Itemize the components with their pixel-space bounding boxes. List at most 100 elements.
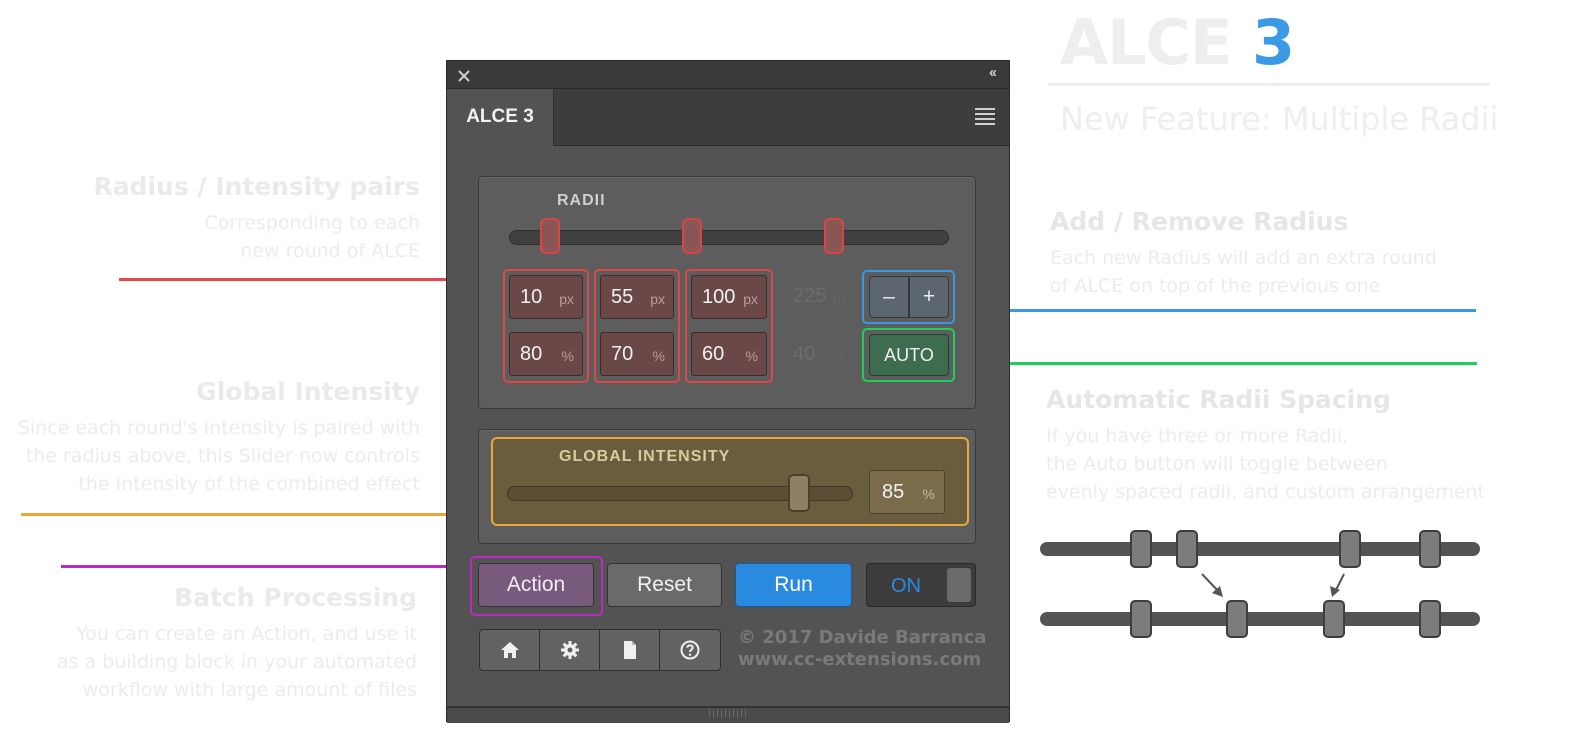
note-line: the radius above, this Slider now contro…	[25, 445, 420, 467]
help-button[interactable]	[660, 630, 720, 670]
radii-slider-track[interactable]	[509, 230, 949, 245]
pointer-line-global-intensity	[21, 513, 491, 516]
diagram-thumb	[1323, 600, 1345, 638]
document-button[interactable]	[600, 630, 660, 670]
ghost-radius-value: 225	[793, 285, 827, 307]
close-icon[interactable]	[458, 70, 470, 82]
global-intensity-thumb[interactable]	[788, 474, 811, 512]
add-radius-button[interactable]: +	[909, 276, 949, 318]
toggle-label: ON	[891, 575, 921, 597]
settings-button[interactable]	[540, 630, 600, 670]
auto-button[interactable]: AUTO	[869, 334, 949, 376]
page-subtitle: New Feature: Multiple Radii	[1060, 100, 1499, 138]
intensity-field[interactable]: 80 %	[509, 332, 583, 376]
diagram-track-even	[1040, 612, 1480, 626]
ghost-intensity-unit: %	[833, 348, 846, 364]
reset-button[interactable]: Reset	[607, 563, 722, 607]
diagram-arrow-icon	[1201, 573, 1223, 597]
spacing-diagram	[1040, 525, 1482, 645]
radius-thumb[interactable]	[682, 218, 702, 254]
note-line: Each new Radius will add an extra round	[1050, 247, 1437, 269]
global-intensity-unit: %	[922, 486, 935, 502]
pointer-line-batch	[61, 565, 471, 568]
intensity-field[interactable]: 60 %	[691, 332, 767, 376]
radii-group: RADII 10 px 80 % 55 px 70 % 100 px 60 % …	[478, 176, 976, 409]
note-line: new round of ALCE	[240, 240, 420, 262]
note-text-global-intensity: Since each round's Intensity is paired w…	[18, 414, 420, 498]
gear-icon	[561, 641, 579, 659]
note-line: Since each round's Intensity is paired w…	[17, 417, 420, 439]
radius-thumb[interactable]	[540, 218, 560, 254]
pointer-line-add-remove	[953, 309, 1476, 312]
copyright-line: © 2017 Davide Barranca	[738, 627, 987, 648]
diagram-thumb	[1130, 600, 1152, 638]
run-button[interactable]: Run	[735, 563, 852, 607]
diagram-arrow-icon	[1330, 573, 1345, 597]
note-title-radius-pairs: Radius / Intensity pairs	[93, 172, 420, 201]
note-line: evenly spaced radii, and custom arrangem…	[1046, 481, 1486, 503]
radius-field[interactable]: 55 px	[600, 275, 674, 319]
note-title-auto-spacing: Automatic Radii Spacing	[1046, 385, 1391, 414]
diagram-thumb	[1130, 530, 1152, 568]
radius-value: 55	[611, 286, 634, 308]
global-intensity-group: GLOBAL INTENSITY 85 %	[478, 429, 976, 544]
resize-grip-icon[interactable]	[709, 709, 749, 717]
radii-label: RADII	[557, 192, 606, 209]
radius-field[interactable]: 100 px	[691, 275, 767, 319]
diagram-track-custom	[1040, 542, 1480, 556]
radius-value: 100	[702, 286, 736, 308]
radius-unit: px	[559, 291, 574, 307]
note-title-batch: Batch Processing	[174, 583, 417, 612]
radius-field[interactable]: 10 px	[509, 275, 583, 319]
brand-number: 3	[1251, 6, 1295, 79]
document-icon	[624, 641, 636, 659]
intensity-value: 70	[611, 343, 634, 365]
radius-thumb[interactable]	[824, 218, 844, 254]
toggle-knob[interactable]	[947, 568, 971, 602]
tab-alce[interactable]: ALCE 3	[447, 89, 554, 146]
radius-value: 10	[520, 286, 543, 308]
note-title-add-remove: Add / Remove Radius	[1050, 207, 1349, 236]
intensity-value: 60	[702, 343, 725, 365]
brand-text: ALCE	[1060, 6, 1232, 79]
help-icon	[680, 640, 700, 660]
collapse-icon[interactable]: ‹‹	[989, 64, 997, 81]
panel-menu-icon[interactable]	[975, 108, 995, 125]
note-text-auto-spacing: If you have three or more Radii, the Aut…	[1046, 422, 1485, 506]
note-line: the Auto button will toggle between	[1046, 453, 1388, 475]
panel-tab-row: ALCE 3	[447, 89, 1009, 146]
diagram-thumb	[1419, 600, 1441, 638]
ghost-radius-unit: px	[833, 290, 848, 306]
extension-panel: ‹‹ ALCE 3 RADII 10 px 80 % 55 px 70 % 10…	[446, 60, 1010, 723]
home-icon	[501, 642, 519, 658]
intensity-value: 80	[520, 343, 543, 365]
diagram-thumb	[1419, 530, 1441, 568]
remove-radius-button[interactable]: –	[869, 276, 909, 318]
pointer-line-auto	[953, 362, 1477, 365]
diagram-thumb	[1226, 600, 1248, 638]
note-line: as a building block in your automated	[56, 651, 417, 673]
global-intensity-field[interactable]: 85 %	[869, 470, 945, 514]
website-link[interactable]: www.cc-extensions.com	[738, 649, 986, 671]
intensity-unit: %	[745, 348, 758, 364]
note-text-add-remove: Each new Radius will add an extra round …	[1050, 244, 1437, 300]
on-toggle[interactable]: ON	[866, 563, 976, 607]
header-divider	[1048, 83, 1490, 86]
diagram-thumb	[1339, 530, 1361, 568]
intensity-field[interactable]: 70 %	[600, 332, 674, 376]
global-intensity-label: GLOBAL INTENSITY	[559, 448, 731, 465]
note-line: of ALCE on top of the previous one	[1050, 275, 1381, 297]
global-intensity-value: 85	[882, 481, 905, 503]
intensity-unit: %	[652, 348, 665, 364]
action-button[interactable]: Action	[478, 563, 594, 607]
note-line: the Intensity of the combined effect	[78, 473, 420, 495]
note-line: Corresponding to each	[204, 212, 421, 234]
note-line: If you have three or more Radii,	[1046, 425, 1349, 447]
note-title-global-intensity: Global Intensity	[196, 377, 420, 406]
note-line: You can create an Action, and use it	[76, 623, 417, 645]
note-line: workflow with large amount of files	[82, 679, 417, 701]
intensity-unit: %	[561, 348, 574, 364]
copyright-text: © 2017 Davide Barranca www.cc-extensions…	[738, 627, 986, 671]
home-button[interactable]	[480, 630, 540, 670]
footer-icon-bar	[479, 629, 721, 671]
